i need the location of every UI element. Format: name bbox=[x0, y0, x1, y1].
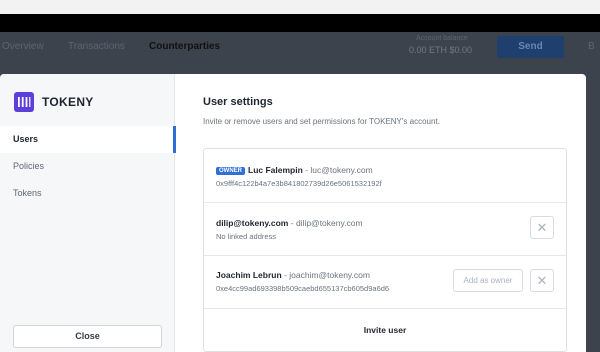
balance-value: 0.00 ETH $0.00 bbox=[409, 45, 473, 55]
add-as-owner-button[interactable]: Add as owner bbox=[453, 269, 523, 292]
header-right-button[interactable]: B bbox=[588, 41, 595, 52]
sidebar-item-tokens[interactable]: Tokens bbox=[0, 180, 175, 207]
sidebar-item-users[interactable]: Users bbox=[0, 126, 176, 153]
users-list: OWNER Luc Falempin - luc@tokeny.com 0x9ff… bbox=[203, 148, 567, 352]
user-address: No linked address bbox=[216, 232, 277, 241]
page-title: User settings bbox=[203, 96, 273, 108]
user-name: Luc Falempin bbox=[248, 165, 303, 175]
settings-sidebar: TOKENY Users Policies Tokens Close bbox=[0, 74, 176, 352]
nav-overview[interactable]: Overview bbox=[2, 41, 44, 52]
user-row: Joachim Lebrun - joachim@tokeny.com 0xe4… bbox=[204, 256, 566, 309]
close-icon: ✕ bbox=[536, 220, 548, 235]
user-settings-modal: TOKENY Users Policies Tokens Close User … bbox=[0, 74, 586, 352]
close-button[interactable]: Close bbox=[13, 325, 162, 348]
user-email: - dilip@tokeny.com bbox=[290, 218, 363, 228]
brand: TOKENY bbox=[14, 92, 94, 112]
user-address: 0x9fff4c122b4a7e3b841802739d26e506153219… bbox=[216, 179, 382, 188]
user-email: - joachim@tokeny.com bbox=[284, 270, 370, 280]
browser-black-bar bbox=[0, 14, 600, 32]
close-icon: ✕ bbox=[536, 273, 548, 288]
remove-user-button[interactable]: ✕ bbox=[530, 216, 554, 239]
user-address: 0xe4cc99ad693398b509caebd655137cb605d9a6… bbox=[216, 284, 390, 293]
balance-label: Account balance bbox=[416, 35, 468, 42]
tokeny-logo-icon bbox=[14, 92, 34, 112]
owner-badge: OWNER bbox=[216, 167, 245, 175]
sidebar-item-policies[interactable]: Policies bbox=[0, 153, 175, 180]
user-name: dilip@tokeny.com bbox=[216, 218, 289, 228]
user-email: - luc@tokeny.com bbox=[305, 165, 373, 175]
nav-counterparties[interactable]: Counterparties bbox=[149, 41, 220, 52]
remove-user-button[interactable]: ✕ bbox=[530, 269, 554, 292]
invite-user-button[interactable]: Invite user bbox=[204, 309, 566, 351]
user-name: Joachim Lebrun bbox=[216, 270, 282, 280]
user-row: dilip@tokeny.com - dilip@tokeny.com No l… bbox=[204, 203, 566, 256]
page-subtitle: Invite or remove users and set permissio… bbox=[203, 117, 440, 126]
brand-name: TOKENY bbox=[42, 95, 94, 109]
browser-top-bar bbox=[0, 0, 600, 14]
settings-content: User settings Invite or remove users and… bbox=[176, 74, 586, 352]
nav-transactions[interactable]: Transactions bbox=[68, 41, 125, 52]
send-button[interactable]: Send bbox=[497, 36, 564, 58]
user-row: OWNER Luc Falempin - luc@tokeny.com 0x9ff… bbox=[204, 149, 566, 203]
